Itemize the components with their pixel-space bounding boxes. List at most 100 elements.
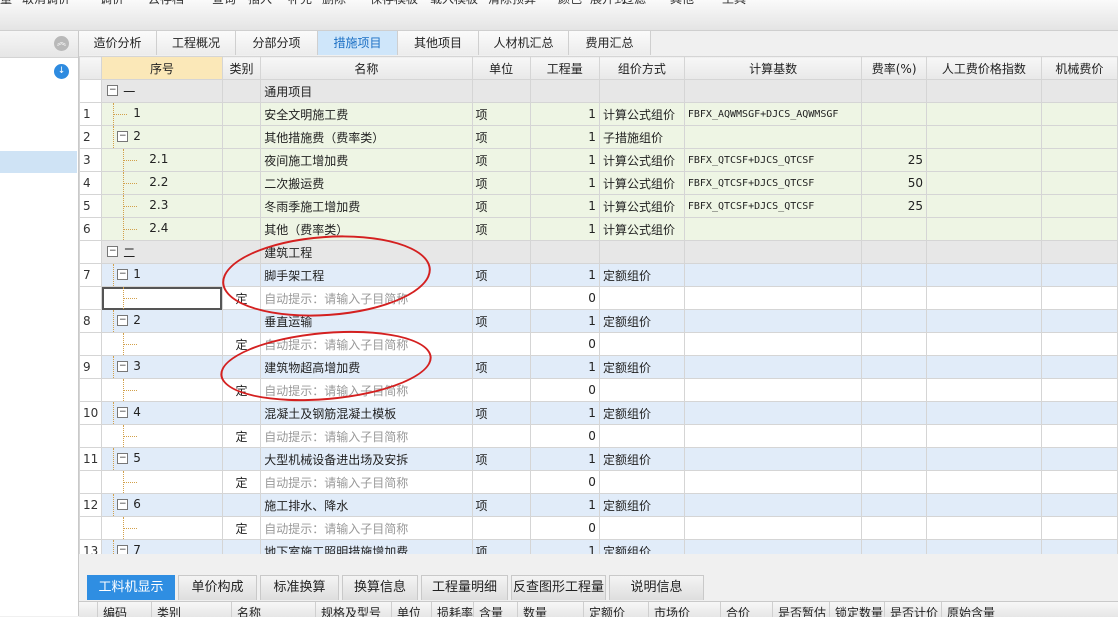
measure-row[interactable]: 11−5 大型机械设备进出场及安拆项 1 定额组价 (79, 447, 1118, 471)
bottom-column-header[interactable]: 单位 (397, 604, 421, 617)
rate-cell[interactable] (861, 332, 927, 356)
unit-cell[interactable]: 项 (471, 217, 531, 241)
sequence-cell[interactable]: − 二 (101, 240, 223, 264)
quantity-cell[interactable]: 1 (529, 263, 600, 287)
bottom-column-header[interactable]: 合价 (726, 604, 750, 617)
sequence-cell[interactable]: −2 (101, 309, 223, 333)
measure-row[interactable]: 12−6 施工排水、降水项 1 定额组价 (79, 493, 1118, 517)
type-cell[interactable]: 定 (221, 424, 262, 448)
quantity-cell[interactable]: 1 (529, 194, 600, 218)
calculation-base-cell[interactable] (683, 516, 863, 540)
name-cell[interactable]: 混凝土及钢筋混凝土模板 (260, 401, 473, 425)
labor-index-cell[interactable] (925, 401, 1042, 425)
unit-cell[interactable] (471, 332, 531, 356)
collapse-up-icon[interactable]: ︽ (54, 36, 69, 51)
toolbar-item[interactable]: 删除 (322, 0, 346, 7)
quantity-cell[interactable]: 0 (529, 424, 600, 448)
sequence-cell[interactable]: −5 (101, 447, 223, 471)
bottom-tab-5[interactable]: 工程量明细 (421, 575, 508, 600)
pricing-method-cell[interactable]: 子措施组价 (598, 125, 685, 149)
name-cell[interactable]: 夜间施工增加费 (260, 148, 473, 172)
rate-cell[interactable] (861, 102, 927, 126)
sequence-cell[interactable]: 2.2 (101, 171, 223, 195)
quantity-cell[interactable]: 1 (529, 148, 600, 172)
machine-price-cell[interactable] (1040, 79, 1118, 103)
rate-cell[interactable] (861, 378, 927, 402)
quantity-cell[interactable]: 1 (529, 171, 600, 195)
unit-cell[interactable]: 项 (471, 263, 531, 287)
labor-index-cell[interactable] (925, 332, 1042, 356)
column-header[interactable]: 单位 (471, 56, 531, 80)
measure-row[interactable]: 4 2.2 二次搬运费项 1 计算公式组价 FBFX_QTCSF+DJCS_QTCSF 50 (79, 171, 1118, 195)
measure-row[interactable]: 3 2.1 夜间施工增加费项 1 计算公式组价 FBFX_QTCSF+DJCS_QTCSF… (79, 148, 1118, 172)
calculation-base-cell[interactable] (683, 309, 863, 333)
calculation-base-cell[interactable]: FBFX_AQWMSGF+DJCS_AQWMSGF (683, 102, 863, 126)
quantity-cell[interactable]: 0 (529, 516, 600, 540)
rate-cell[interactable] (861, 263, 927, 287)
collapse-item-icon[interactable]: − (117, 269, 129, 280)
collapse-item-icon[interactable]: − (117, 407, 129, 418)
name-cell[interactable]: 通用项目 (260, 79, 473, 103)
calculation-base-cell[interactable]: FBFX_QTCSF+DJCS_QTCSF (683, 194, 863, 218)
rate-cell[interactable] (861, 286, 927, 310)
sequence-cell[interactable] (101, 424, 223, 448)
pricing-method-cell[interactable]: 定额组价 (598, 263, 685, 287)
name-cell[interactable]: 自动提示：请输入子目简称 (260, 424, 473, 448)
toolbar-item[interactable]: 保存模板 (370, 0, 418, 7)
machine-price-cell[interactable] (1040, 263, 1118, 287)
pricing-method-cell[interactable] (598, 424, 685, 448)
unit-cell[interactable]: 项 (471, 148, 531, 172)
collapse-item-icon[interactable]: − (117, 499, 129, 510)
quantity-cell[interactable]: 0 (529, 286, 600, 310)
type-cell[interactable] (221, 79, 262, 103)
machine-price-cell[interactable] (1040, 401, 1118, 425)
sequence-cell[interactable]: −1 (101, 263, 223, 287)
collapse-item-icon[interactable]: − (117, 545, 129, 554)
name-cell[interactable]: 其他措施费（费率类） (260, 125, 473, 149)
quantity-cell[interactable]: 1 (529, 539, 600, 554)
bottom-column-header[interactable]: 名称 (237, 604, 261, 617)
column-header[interactable]: 费率(%) (861, 56, 927, 80)
unit-cell[interactable]: 项 (471, 447, 531, 471)
sub-item-row[interactable]: 定自动提示：请输入子目简称 0 (79, 332, 1118, 356)
labor-index-cell[interactable] (925, 470, 1042, 494)
column-header[interactable]: 人工费价格指数 (925, 56, 1042, 80)
toolbar-item[interactable]: 其他 (670, 0, 694, 7)
machine-price-cell[interactable] (1040, 355, 1118, 379)
machine-price-cell[interactable] (1040, 171, 1118, 195)
sub-item-row[interactable]: 定自动提示：请输入子目简称 0 (79, 470, 1118, 494)
type-cell[interactable] (221, 125, 262, 149)
measure-row[interactable]: 6 2.4 其他（费率类）项 1 计算公式组价 (79, 217, 1118, 241)
bottom-tab-3[interactable]: 标准换算 (260, 575, 339, 600)
machine-price-cell[interactable] (1040, 447, 1118, 471)
quantity-cell[interactable]: 0 (529, 470, 600, 494)
tab-7[interactable]: 费用汇总 (569, 31, 651, 55)
rate-cell[interactable] (861, 447, 927, 471)
unit-cell[interactable]: 项 (471, 401, 531, 425)
quantity-cell[interactable]: 1 (529, 355, 600, 379)
unit-cell[interactable] (471, 470, 531, 494)
calculation-base-cell[interactable] (683, 217, 863, 241)
tab-1[interactable]: 造价分析 (79, 31, 157, 55)
sequence-cell[interactable] (101, 470, 223, 494)
machine-price-cell[interactable] (1040, 309, 1118, 333)
toolbar-item[interactable]: 云存档 (148, 0, 184, 7)
machine-price-cell[interactable] (1040, 332, 1118, 356)
name-cell[interactable]: 自动提示：请输入子目简称 (260, 470, 473, 494)
bottom-column-header[interactable]: 锁定数量 (835, 604, 883, 617)
rate-cell[interactable] (861, 401, 927, 425)
rate-cell[interactable]: 25 (861, 148, 927, 172)
quantity-cell[interactable]: 1 (529, 309, 600, 333)
rate-cell[interactable] (861, 539, 927, 554)
labor-index-cell[interactable] (925, 194, 1042, 218)
unit-cell[interactable] (471, 378, 531, 402)
bottom-column-header[interactable]: 定额价 (589, 604, 625, 617)
toolbar-item[interactable]: 补充 (288, 0, 312, 7)
sequence-cell[interactable]: 2.1 (101, 148, 223, 172)
bottom-column-header[interactable]: 原始含量 (947, 604, 995, 617)
quantity-cell[interactable] (529, 240, 600, 264)
bottom-column-header[interactable]: 数量 (523, 604, 547, 617)
measure-row[interactable]: 10−4 混凝土及钢筋混凝土模板项 1 定额组价 (79, 401, 1118, 425)
bottom-column-header[interactable]: 类别 (157, 604, 181, 617)
type-cell[interactable] (221, 309, 262, 333)
